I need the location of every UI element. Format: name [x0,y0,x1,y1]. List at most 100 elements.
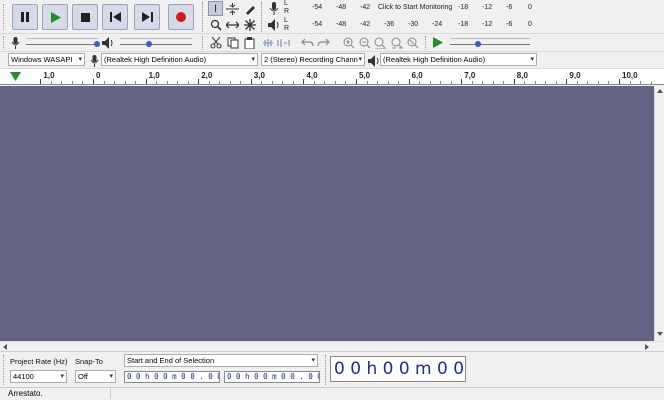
snap-to-value: Off [78,372,88,381]
meter-scale-label: -36 [384,21,395,28]
recording-device-select[interactable]: (Realtek High Definition Audio) ▾ [101,53,258,66]
recording-device-mic-icon [87,53,102,68]
toolbar-grip[interactable] [325,355,328,385]
pause-button[interactable] [12,4,38,30]
snap-to-select[interactable]: Off ▾ [75,370,116,383]
ruler-label: 5,0 [359,71,371,80]
stop-button[interactable] [72,4,98,30]
silence-audio-icon[interactable] [276,35,291,50]
vertical-scrollbar[interactable] [654,86,664,341]
meter-scale-label: -18 [458,21,469,28]
zoom-tool-icon[interactable] [208,17,223,32]
status-bar: Arrestato. [0,387,664,400]
scroll-right-icon[interactable] [645,344,649,350]
ruler-minor-tick [492,81,494,84]
audio-position-time[interactable]: 0 0 h 0 0 m 0 0 s [330,356,466,382]
meter-scale-label: -24 [432,21,443,28]
zoom-toggle-icon[interactable] [406,35,421,50]
paste-icon[interactable] [242,35,257,50]
selection-mode-select[interactable]: Start and End of Selection ▾ [124,354,318,367]
scroll-down-icon[interactable] [657,332,663,336]
playback-meter-speaker-icon[interactable] [266,17,281,32]
monitor-prompt[interactable]: Click to Start Monitoring [378,4,452,11]
record-meter-mic-icon[interactable] [266,1,281,16]
playback-volume-speaker-icon [100,35,115,50]
meter-scale-label: -18 [458,4,469,11]
track-area[interactable] [0,86,654,341]
record-button[interactable] [168,4,194,30]
toolbar-grip[interactable] [425,36,428,50]
ruler-minor-tick [587,81,589,84]
play-button[interactable] [42,4,68,30]
ruler-major-tick [461,79,463,84]
selection-end-value: 0 0 h 0 0 m 0 0 . 0 0 0 s [227,372,319,381]
record-volume-ticks [26,38,98,42]
skip-to-end-button[interactable] [134,4,160,30]
skip-to-start-button[interactable] [102,4,128,30]
record-volume-slider[interactable] [26,44,98,45]
ruler-minor-tick [576,81,578,84]
playback-meter[interactable]: -54 -48 -42 -36 -30 -24 -18 -12 -6 0 [290,17,540,33]
meter-scale-label: 0 [528,21,532,28]
meter-scale-label: -48 [336,21,347,28]
ruler-label: 1,0 [43,71,55,80]
project-rate-label: Project Rate (Hz) [10,357,68,366]
chevron-down-icon: ▾ [251,56,255,63]
multi-tool-icon[interactable] [242,17,257,32]
toolbar-grip[interactable] [3,36,6,50]
toolbar-grip[interactable] [3,355,6,385]
play-speed-ticks [450,38,530,42]
audio-host-select[interactable]: Windows WASAPI ▾ [8,53,85,66]
ruler-major-tick [303,79,305,84]
trim-audio-icon[interactable] [260,35,275,50]
play-at-speed-icon[interactable] [430,35,445,50]
ruler-minor-tick [324,81,326,84]
toolbar-grip[interactable] [202,2,205,32]
toolbar-grip[interactable] [3,4,6,30]
record-meter[interactable]: -54 -48 -42 -18 -12 -6 0 Click to Start Monitor… [290,0,540,16]
play-speed-thumb[interactable] [475,41,481,47]
ruler-minor-tick [208,81,210,84]
copy-icon[interactable] [225,35,240,50]
ruler-major-tick [145,79,147,84]
playback-volume-thumb[interactable] [146,41,152,47]
meter-scale-label: -54 [312,4,323,11]
horizontal-scrollbar[interactable] [0,341,664,351]
toolbar-grip[interactable] [202,36,205,50]
draw-tool-icon[interactable] [242,1,257,16]
ruler-minor-tick [482,81,484,84]
selection-tool-icon[interactable]: I [208,1,223,16]
ruler-minor-tick [608,81,610,84]
playback-volume-slider[interactable] [120,44,192,45]
timeline-ruler[interactable]: 1,0 0 1,0 2,0 3,0 4,0 5,0 6,0 7,0 8,0 9,0 10,0 [0,69,664,85]
selection-end-time[interactable]: 0 0 h 0 0 m 0 0 . 0 0 0 s [224,371,320,383]
undo-icon[interactable] [300,35,315,50]
playback-device-select[interactable]: (Realtek High Definition Audio) ▾ [380,53,537,66]
time-shift-tool-icon[interactable] [225,17,240,32]
recording-channels-value: 2 (Stereo) Recording Chann [264,55,358,64]
ruler-minor-tick [71,81,73,84]
ruler-label: 3,0 [253,71,265,80]
scroll-left-icon[interactable] [3,344,7,350]
zoom-out-icon[interactable] [357,35,372,50]
meter-left-label: L [284,0,288,7]
recording-channels-select[interactable]: 2 (Stereo) Recording Chann ▾ [261,53,365,66]
zoom-in-icon[interactable] [341,35,356,50]
toolbar-grip[interactable] [261,2,264,32]
ruler-minor-tick [166,81,168,84]
ruler-major-tick [250,79,252,84]
fit-project-icon[interactable] [390,35,405,50]
ruler-minor-tick [429,81,431,84]
fit-selection-icon[interactable] [373,35,388,50]
redo-icon[interactable] [316,35,331,50]
skip-start-icon [109,12,121,22]
cut-icon[interactable] [208,35,223,50]
chevron-down-icon: ▾ [78,56,82,63]
envelope-tool-icon[interactable] [225,1,240,16]
selection-start-value: 0 0 h 0 0 m 0 0 . 0 0 0 s [127,372,219,381]
ruler-label: 10,0 [622,71,638,80]
selection-start-time[interactable]: 0 0 h 0 0 m 0 0 . 0 0 0 s [124,371,220,383]
play-speed-slider[interactable] [450,44,530,45]
project-rate-select[interactable]: 44100 ▾ [10,370,67,383]
scroll-up-icon[interactable] [657,89,663,93]
